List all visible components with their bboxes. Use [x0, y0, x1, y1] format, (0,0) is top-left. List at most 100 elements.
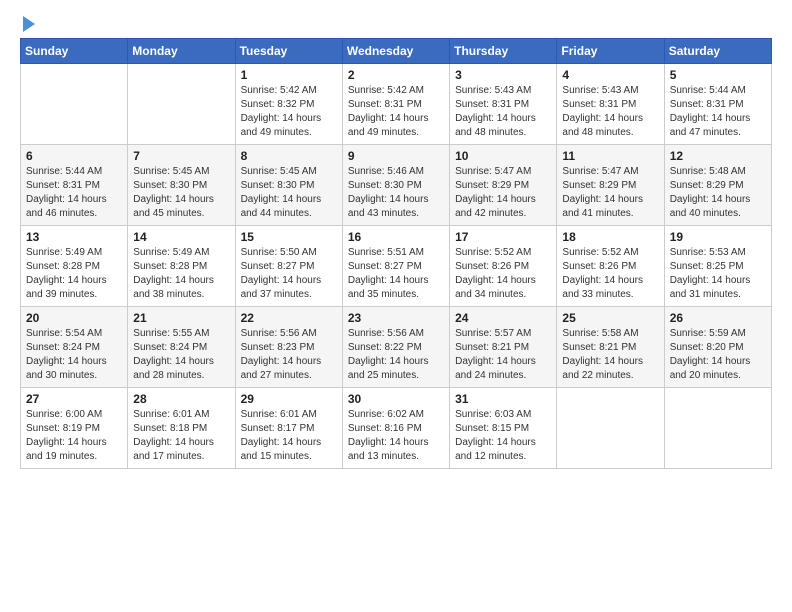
page: SundayMondayTuesdayWednesdayThursdayFrid…: [0, 0, 792, 612]
day-number: 3: [455, 68, 551, 82]
calendar-cell: 26Sunrise: 5:59 AM Sunset: 8:20 PM Dayli…: [664, 307, 771, 388]
calendar-week-row: 1 Sunrise: 5:42 AM Sunset: 8:32 PM Daylig…: [21, 64, 772, 145]
day-info: Sunrise: 6:03 AM Sunset: 8:15 PM Dayligh…: [455, 408, 551, 464]
calendar-cell: 30 Sunrise: 6:02 AM Sunset: 8:16 PM Dayli…: [342, 388, 449, 469]
logo: [20, 14, 35, 32]
weekday-header-saturday: Saturday: [664, 39, 771, 64]
calendar-cell: 28 Sunrise: 6:01 AM Sunset: 8:18 PM Dayli…: [128, 388, 235, 469]
calendar-body: 1 Sunrise: 5:42 AM Sunset: 8:32 PM Daylig…: [21, 64, 772, 469]
calendar-cell: 6Sunrise: 5:44 AM Sunset: 8:31 PM Daylig…: [21, 145, 128, 226]
calendar-cell: 5 Sunrise: 5:44 AM Sunset: 8:31 PM Daylig…: [664, 64, 771, 145]
calendar-cell: 18 Sunrise: 5:52 AM Sunset: 8:26 PM Dayli…: [557, 226, 664, 307]
calendar-header: SundayMondayTuesdayWednesdayThursdayFrid…: [21, 39, 772, 64]
calendar-week-row: 20Sunrise: 5:54 AM Sunset: 8:24 PM Dayli…: [21, 307, 772, 388]
day-info: Sunrise: 5:43 AM Sunset: 8:31 PM Dayligh…: [562, 84, 658, 140]
day-info: Sunrise: 5:45 AM Sunset: 8:30 PM Dayligh…: [241, 165, 337, 221]
day-info: Sunrise: 5:46 AM Sunset: 8:30 PM Dayligh…: [348, 165, 444, 221]
day-info: Sunrise: 5:59 AM Sunset: 8:20 PM Dayligh…: [670, 327, 766, 383]
day-number: 12: [670, 149, 766, 163]
day-info: Sunrise: 5:47 AM Sunset: 8:29 PM Dayligh…: [455, 165, 551, 221]
day-number: 24: [455, 311, 551, 325]
calendar-cell: 1 Sunrise: 5:42 AM Sunset: 8:32 PM Daylig…: [235, 64, 342, 145]
calendar-cell: 24 Sunrise: 5:57 AM Sunset: 8:21 PM Dayli…: [450, 307, 557, 388]
day-number: 30: [348, 392, 444, 406]
calendar-cell: 19Sunrise: 5:53 AM Sunset: 8:25 PM Dayli…: [664, 226, 771, 307]
calendar-cell: 7 Sunrise: 5:45 AM Sunset: 8:30 PM Daylig…: [128, 145, 235, 226]
day-number: 11: [562, 149, 658, 163]
day-info: Sunrise: 6:01 AM Sunset: 8:18 PM Dayligh…: [133, 408, 229, 464]
day-number: 27: [26, 392, 122, 406]
day-info: Sunrise: 5:52 AM Sunset: 8:26 PM Dayligh…: [562, 246, 658, 302]
day-number: 28: [133, 392, 229, 406]
day-number: 8: [241, 149, 337, 163]
day-info: Sunrise: 5:58 AM Sunset: 8:21 PM Dayligh…: [562, 327, 658, 383]
day-number: 18: [562, 230, 658, 244]
header: [20, 10, 772, 32]
calendar-cell: [128, 64, 235, 145]
day-number: 15: [241, 230, 337, 244]
day-number: 22: [241, 311, 337, 325]
day-number: 21: [133, 311, 229, 325]
day-number: 10: [455, 149, 551, 163]
day-info: Sunrise: 5:45 AM Sunset: 8:30 PM Dayligh…: [133, 165, 229, 221]
calendar-week-row: 13 Sunrise: 5:49 AM Sunset: 8:28 PM Dayli…: [21, 226, 772, 307]
day-number: 29: [241, 392, 337, 406]
day-number: 20: [26, 311, 122, 325]
calendar-cell: 20Sunrise: 5:54 AM Sunset: 8:24 PM Dayli…: [21, 307, 128, 388]
day-info: Sunrise: 6:02 AM Sunset: 8:16 PM Dayligh…: [348, 408, 444, 464]
calendar-cell: 21 Sunrise: 5:55 AM Sunset: 8:24 PM Dayli…: [128, 307, 235, 388]
day-number: 2: [348, 68, 444, 82]
calendar-cell: 14 Sunrise: 5:49 AM Sunset: 8:28 PM Dayli…: [128, 226, 235, 307]
day-number: 14: [133, 230, 229, 244]
calendar-cell: 15Sunrise: 5:50 AM Sunset: 8:27 PM Dayli…: [235, 226, 342, 307]
weekday-header-monday: Monday: [128, 39, 235, 64]
calendar-week-row: 27 Sunrise: 6:00 AM Sunset: 8:19 PM Dayli…: [21, 388, 772, 469]
calendar-cell: [557, 388, 664, 469]
day-number: 6: [26, 149, 122, 163]
day-number: 9: [348, 149, 444, 163]
calendar-cell: 11 Sunrise: 5:47 AM Sunset: 8:29 PM Dayli…: [557, 145, 664, 226]
day-info: Sunrise: 5:57 AM Sunset: 8:21 PM Dayligh…: [455, 327, 551, 383]
calendar-cell: 9 Sunrise: 5:46 AM Sunset: 8:30 PM Daylig…: [342, 145, 449, 226]
day-number: 23: [348, 311, 444, 325]
day-info: Sunrise: 5:44 AM Sunset: 8:31 PM Dayligh…: [670, 84, 766, 140]
day-info: Sunrise: 5:52 AM Sunset: 8:26 PM Dayligh…: [455, 246, 551, 302]
day-info: Sunrise: 5:47 AM Sunset: 8:29 PM Dayligh…: [562, 165, 658, 221]
calendar-cell: 29 Sunrise: 6:01 AM Sunset: 8:17 PM Dayli…: [235, 388, 342, 469]
day-number: 25: [562, 311, 658, 325]
day-info: Sunrise: 5:51 AM Sunset: 8:27 PM Dayligh…: [348, 246, 444, 302]
day-info: Sunrise: 5:56 AM Sunset: 8:23 PM Dayligh…: [241, 327, 337, 383]
day-number: 31: [455, 392, 551, 406]
calendar-cell: [21, 64, 128, 145]
calendar-cell: 8 Sunrise: 5:45 AM Sunset: 8:30 PM Daylig…: [235, 145, 342, 226]
calendar-cell: 10 Sunrise: 5:47 AM Sunset: 8:29 PM Dayli…: [450, 145, 557, 226]
calendar-table: SundayMondayTuesdayWednesdayThursdayFrid…: [20, 38, 772, 469]
calendar-cell: 16Sunrise: 5:51 AM Sunset: 8:27 PM Dayli…: [342, 226, 449, 307]
day-number: 7: [133, 149, 229, 163]
day-info: Sunrise: 5:49 AM Sunset: 8:28 PM Dayligh…: [133, 246, 229, 302]
calendar-cell: 17Sunrise: 5:52 AM Sunset: 8:26 PM Dayli…: [450, 226, 557, 307]
day-info: Sunrise: 5:49 AM Sunset: 8:28 PM Dayligh…: [26, 246, 122, 302]
day-info: Sunrise: 5:55 AM Sunset: 8:24 PM Dayligh…: [133, 327, 229, 383]
calendar-cell: 12Sunrise: 5:48 AM Sunset: 8:29 PM Dayli…: [664, 145, 771, 226]
day-info: Sunrise: 5:42 AM Sunset: 8:32 PM Dayligh…: [241, 84, 337, 140]
calendar-cell: 27 Sunrise: 6:00 AM Sunset: 8:19 PM Dayli…: [21, 388, 128, 469]
day-number: 13: [26, 230, 122, 244]
calendar-cell: 23 Sunrise: 5:56 AM Sunset: 8:22 PM Dayli…: [342, 307, 449, 388]
day-info: Sunrise: 5:56 AM Sunset: 8:22 PM Dayligh…: [348, 327, 444, 383]
day-number: 5: [670, 68, 766, 82]
day-info: Sunrise: 6:00 AM Sunset: 8:19 PM Dayligh…: [26, 408, 122, 464]
calendar-cell: 13 Sunrise: 5:49 AM Sunset: 8:28 PM Dayli…: [21, 226, 128, 307]
day-info: Sunrise: 5:42 AM Sunset: 8:31 PM Dayligh…: [348, 84, 444, 140]
weekday-header-row: SundayMondayTuesdayWednesdayThursdayFrid…: [21, 39, 772, 64]
weekday-header-sunday: Sunday: [21, 39, 128, 64]
calendar-cell: 3 Sunrise: 5:43 AM Sunset: 8:31 PM Daylig…: [450, 64, 557, 145]
weekday-header-friday: Friday: [557, 39, 664, 64]
day-info: Sunrise: 6:01 AM Sunset: 8:17 PM Dayligh…: [241, 408, 337, 464]
day-number: 19: [670, 230, 766, 244]
calendar-cell: 25 Sunrise: 5:58 AM Sunset: 8:21 PM Dayli…: [557, 307, 664, 388]
day-info: Sunrise: 5:43 AM Sunset: 8:31 PM Dayligh…: [455, 84, 551, 140]
calendar-cell: [664, 388, 771, 469]
day-number: 1: [241, 68, 337, 82]
weekday-header-wednesday: Wednesday: [342, 39, 449, 64]
